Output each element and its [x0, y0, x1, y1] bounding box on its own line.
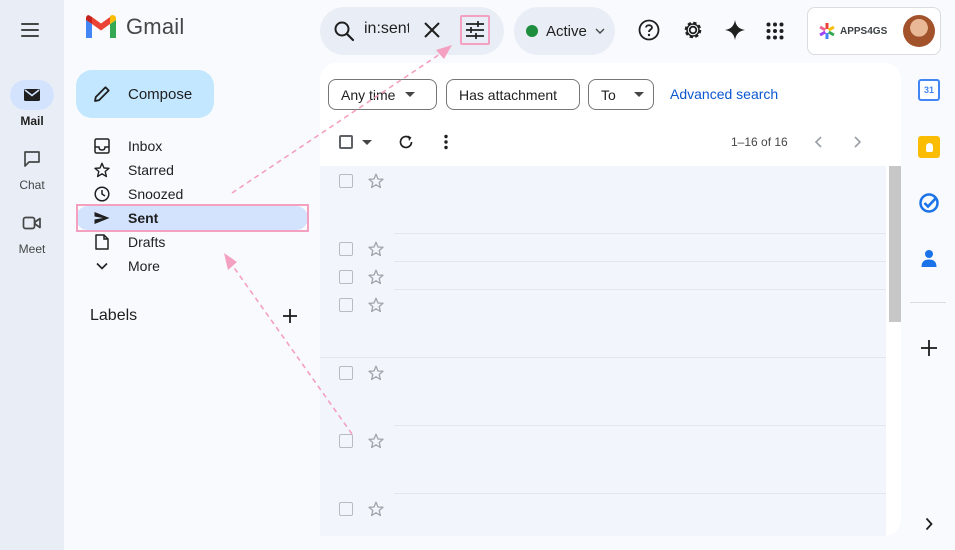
sent-highlight-box: [76, 204, 309, 232]
prev-page-icon[interactable]: [814, 136, 822, 148]
app-name: Gmail: [126, 14, 185, 39]
next-page-icon[interactable]: [854, 136, 862, 148]
inbox-icon: [76, 138, 128, 154]
row-checkbox[interactable]: [339, 366, 353, 380]
add-label-icon[interactable]: [283, 309, 297, 323]
labels-heading: Labels: [90, 307, 138, 324]
filter-label-has-attachment: Has attachment: [459, 86, 558, 103]
star-icon: [76, 162, 128, 178]
caret-down-icon: [405, 92, 416, 97]
settings-gear-icon[interactable]: [682, 19, 704, 41]
row-star-icon[interactable]: [368, 297, 384, 313]
row-divider: [394, 233, 886, 234]
rail-label-chat: Chat: [19, 178, 45, 192]
gmail-logo[interactable]: Gmail: [84, 14, 184, 40]
row-checkbox[interactable]: [339, 242, 353, 256]
select-all-checkbox[interactable]: [339, 135, 353, 149]
row-star-icon[interactable]: [368, 269, 384, 285]
row-checkbox[interactable]: [339, 298, 353, 312]
row-checkbox[interactable]: [339, 434, 353, 448]
compose-button[interactable]: Compose: [76, 70, 214, 118]
pencil-icon: [94, 86, 110, 102]
status-label: Active: [546, 22, 587, 40]
list-scrollbar[interactable]: [889, 166, 901, 322]
rail-item-meet[interactable]: Meet: [0, 208, 64, 256]
search-icon[interactable]: [333, 20, 355, 42]
row-divider: [394, 289, 886, 290]
more-vert-icon[interactable]: [443, 134, 449, 150]
rail-item-chat[interactable]: Chat: [0, 144, 64, 192]
row-divider: [394, 261, 886, 262]
chevron-down-icon: [595, 28, 605, 34]
gemini-sparkle-icon[interactable]: [725, 20, 745, 40]
row-divider: [394, 493, 886, 494]
filter-label-to: To: [601, 86, 616, 103]
add-addon-icon[interactable]: [921, 340, 937, 356]
status-dot: [526, 25, 538, 37]
row-star-icon[interactable]: [368, 365, 384, 381]
rail-divider: [910, 302, 946, 303]
select-dropdown-icon[interactable]: [362, 140, 372, 145]
nav-item-drafts[interactable]: Drafts: [76, 230, 308, 254]
apps-grid-icon[interactable]: [766, 22, 784, 40]
row-checkbox[interactable]: [339, 270, 353, 284]
nav-label-starred: Starred: [128, 162, 174, 178]
row-star-icon[interactable]: [368, 173, 384, 189]
caret-down-icon: [633, 92, 644, 97]
account-name: APPS4GS: [840, 25, 888, 37]
nav-item-inbox[interactable]: Inbox: [76, 134, 308, 158]
tasks-icon[interactable]: [918, 192, 940, 214]
row-star-icon[interactable]: [368, 433, 384, 449]
nav-label-more: More: [128, 258, 160, 274]
chat-icon: [10, 144, 54, 174]
draft-icon: [76, 234, 128, 250]
filter-chip-has-attachment[interactable]: Has attachment: [446, 79, 580, 110]
rail-item-mail[interactable]: Mail: [0, 80, 64, 128]
nav-item-starred[interactable]: Starred: [76, 158, 308, 182]
row-checkbox[interactable]: [339, 502, 353, 516]
row-divider: [320, 357, 886, 358]
row-divider: [394, 425, 886, 426]
mail-icon: [10, 80, 54, 110]
nav-item-more[interactable]: More: [76, 254, 308, 278]
clock-icon: [76, 186, 128, 202]
nav-item-snoozed[interactable]: Snoozed: [76, 182, 308, 206]
search-input[interactable]: in:sent: [364, 20, 409, 38]
nav-label-inbox: Inbox: [128, 138, 163, 154]
filter-chip-any-time[interactable]: Any time: [328, 79, 437, 110]
chevron-down-icon: [76, 262, 128, 270]
keep-icon[interactable]: [918, 136, 940, 158]
status-button[interactable]: Active: [514, 7, 615, 55]
main-menu-icon[interactable]: [16, 16, 44, 44]
row-star-icon[interactable]: [368, 501, 384, 517]
apps4gs-logo-icon: [819, 23, 835, 39]
row-checkbox[interactable]: [339, 174, 353, 188]
nav-label-drafts: Drafts: [128, 234, 166, 250]
avatar[interactable]: [903, 15, 935, 47]
meet-icon: [10, 208, 54, 238]
expand-panel-icon[interactable]: [925, 517, 933, 531]
rail-label-meet: Meet: [18, 242, 46, 256]
help-icon[interactable]: [638, 19, 660, 41]
refresh-icon[interactable]: [398, 134, 414, 150]
clear-search-icon[interactable]: [423, 21, 441, 39]
filter-label-any-time: Any time: [341, 86, 396, 103]
nav-label-snoozed: Snoozed: [128, 186, 184, 202]
compose-label: Compose: [128, 85, 193, 103]
filter-chip-to[interactable]: To: [588, 79, 654, 110]
advanced-search-link[interactable]: Advanced search: [670, 86, 778, 102]
pagination-range: 1–16 of 16: [731, 135, 788, 149]
row-star-icon[interactable]: [368, 241, 384, 257]
contacts-icon[interactable]: [920, 248, 938, 268]
calendar-icon[interactable]: 31: [918, 79, 940, 101]
gmail-m-icon: [86, 15, 116, 38]
rail-label-mail: Mail: [20, 114, 44, 128]
search-options-icon[interactable]: [465, 20, 485, 40]
message-list: [320, 166, 886, 536]
